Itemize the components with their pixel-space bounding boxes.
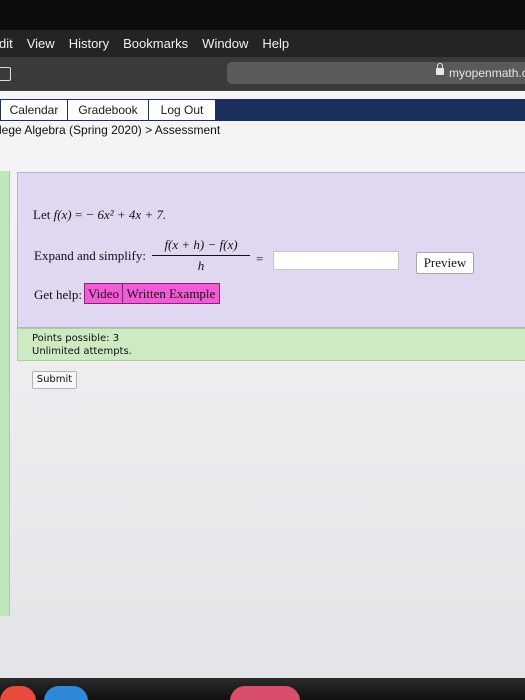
tab-calendar[interactable]: Calendar	[0, 99, 68, 121]
menu-bookmarks[interactable]: Bookmarks	[123, 36, 188, 51]
preview-button[interactable]: Preview	[416, 252, 474, 274]
equals-sign: =	[256, 251, 264, 266]
lock-icon	[436, 63, 444, 75]
address-bar[interactable]: myopenmath.c	[227, 62, 525, 84]
submit-button[interactable]: Submit	[32, 371, 77, 389]
function-name: f(x)	[53, 207, 72, 222]
breadcrumb: lege Algebra (Spring 2020) > Assessment	[0, 123, 220, 137]
sidebar-icon[interactable]	[0, 67, 11, 81]
menu-help[interactable]: Help	[262, 36, 289, 51]
expand-label: Expand and simplify:	[34, 248, 146, 263]
menu-view[interactable]: View	[27, 36, 55, 51]
breadcrumb-separator: >	[145, 123, 153, 137]
dock-app-icon[interactable]	[230, 686, 300, 700]
fraction-denominator: h	[197, 258, 205, 273]
let-text: Let	[33, 207, 54, 222]
function-expression: − 6x² + 4x + 7.	[85, 207, 167, 222]
video-button[interactable]: Video	[84, 283, 123, 304]
breadcrumb-current: Assessment	[154, 123, 221, 137]
url-text: myopenmath.c	[449, 66, 525, 80]
left-status-stripe	[0, 171, 10, 616]
dock-app-icon[interactable]	[44, 686, 88, 700]
menu-bar: dit View History Bookmarks Window Help	[0, 0, 525, 57]
screen: dit View History Bookmarks Window Help m…	[0, 0, 525, 700]
written-example-button[interactable]: Written Example	[122, 283, 220, 304]
equals-text: =	[71, 207, 86, 222]
nav-bar: Calendar Gradebook Log Out	[0, 99, 525, 121]
menu-window[interactable]: Window	[202, 36, 248, 51]
points-possible: Points possible: 3	[32, 333, 120, 344]
tab-gradebook[interactable]: Gradebook	[67, 99, 149, 121]
difference-quotient: f(x + h) − f(x) h	[151, 237, 251, 274]
browser-toolbar: myopenmath.c	[0, 57, 525, 91]
fraction-numerator: f(x + h) − f(x)	[164, 237, 238, 252]
menu-items: dit View History Bookmarks Window Help	[0, 36, 303, 51]
tab-log-out[interactable]: Log Out	[148, 99, 216, 121]
breadcrumb-course[interactable]: lege Algebra (Spring 2020)	[0, 123, 142, 137]
menu-edit[interactable]: dit	[0, 36, 13, 51]
question-statement: Let f(x) = − 6x² + 4x + 7.	[33, 207, 166, 223]
menu-history[interactable]: History	[69, 36, 109, 51]
attempts-info: Unlimited attempts.	[32, 346, 132, 357]
get-help-label: Get help:	[34, 287, 83, 302]
points-box: Points possible: 3 Unlimited attempts.	[17, 328, 525, 361]
answer-input[interactable]	[273, 251, 399, 270]
